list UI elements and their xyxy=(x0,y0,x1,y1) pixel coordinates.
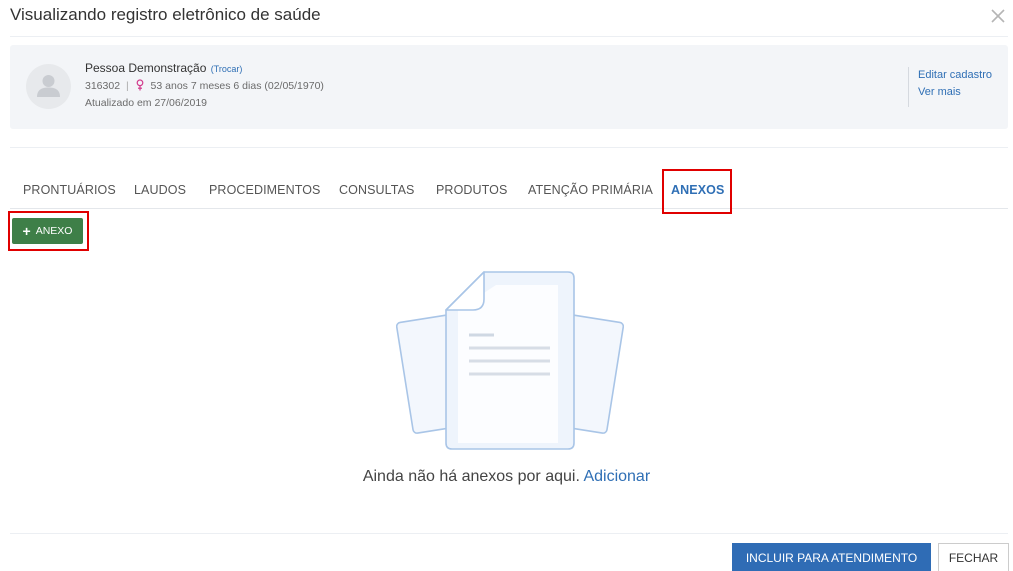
patient-age: 53 anos 7 meses 6 dias (02/05/1970) xyxy=(150,80,324,92)
view-more-link[interactable]: Ver mais xyxy=(918,84,992,101)
empty-state-message: Ainda não há anexos por aqui. Adicionar xyxy=(0,468,1013,486)
patient-updated: Atualizado em 27/06/2019 xyxy=(85,97,208,109)
patient-name: Pessoa Demonstração xyxy=(85,61,207,75)
tab-highlight-box xyxy=(662,169,732,214)
edit-registration-link[interactable]: Editar cadastro xyxy=(918,67,992,84)
female-icon xyxy=(136,79,144,94)
close-button[interactable]: FECHAR xyxy=(938,543,1009,571)
card-actions: Editar cadastro Ver mais xyxy=(908,67,992,107)
add-attachment-button[interactable]: + ANEXO xyxy=(12,218,83,244)
footer-divider xyxy=(10,533,1008,534)
patient-card: Pessoa Demonstração (Trocar) 316302 | 53… xyxy=(10,45,1008,129)
tab-prontuarios[interactable]: PRONTUÁRIOS xyxy=(23,183,116,197)
tab-bar: PRONTUÁRIOS LAUDOS PROCEDIMENTOS CONSULT… xyxy=(10,169,1008,214)
section-divider xyxy=(10,147,1008,148)
tab-produtos[interactable]: PRODUTOS xyxy=(436,183,507,197)
avatar xyxy=(26,64,71,109)
tab-consultas[interactable]: CONSULTAS xyxy=(339,183,414,197)
add-attachment-label: ANEXO xyxy=(35,225,73,237)
switch-patient-link[interactable]: (Trocar) xyxy=(211,64,243,74)
title-divider xyxy=(10,36,1008,37)
patient-meta: 316302 | 53 anos 7 meses 6 dias (02/05/1… xyxy=(85,79,324,94)
empty-state-text: Ainda não há anexos por aqui. xyxy=(362,468,580,485)
documents-icon xyxy=(395,271,625,458)
add-attachment-link[interactable]: Adicionar xyxy=(583,468,650,485)
tab-procedimentos[interactable]: PROCEDIMENTOS xyxy=(209,183,321,197)
modal-title: Visualizando registro eletrônico de saúd… xyxy=(10,5,321,24)
plus-icon: + xyxy=(22,223,31,239)
tab-atencao-primaria[interactable]: ATENÇÃO PRIMÁRIA xyxy=(528,183,653,197)
tab-laudos[interactable]: LAUDOS xyxy=(134,183,186,197)
include-for-appointment-button[interactable]: INCLUIR PARA ATENDIMENTO xyxy=(732,543,931,571)
meta-separator: | xyxy=(125,80,129,92)
user-icon xyxy=(37,75,60,97)
patient-id: 316302 xyxy=(85,80,121,92)
patient-name-row: Pessoa Demonstração (Trocar) xyxy=(85,61,242,75)
close-icon[interactable] xyxy=(989,5,1007,25)
